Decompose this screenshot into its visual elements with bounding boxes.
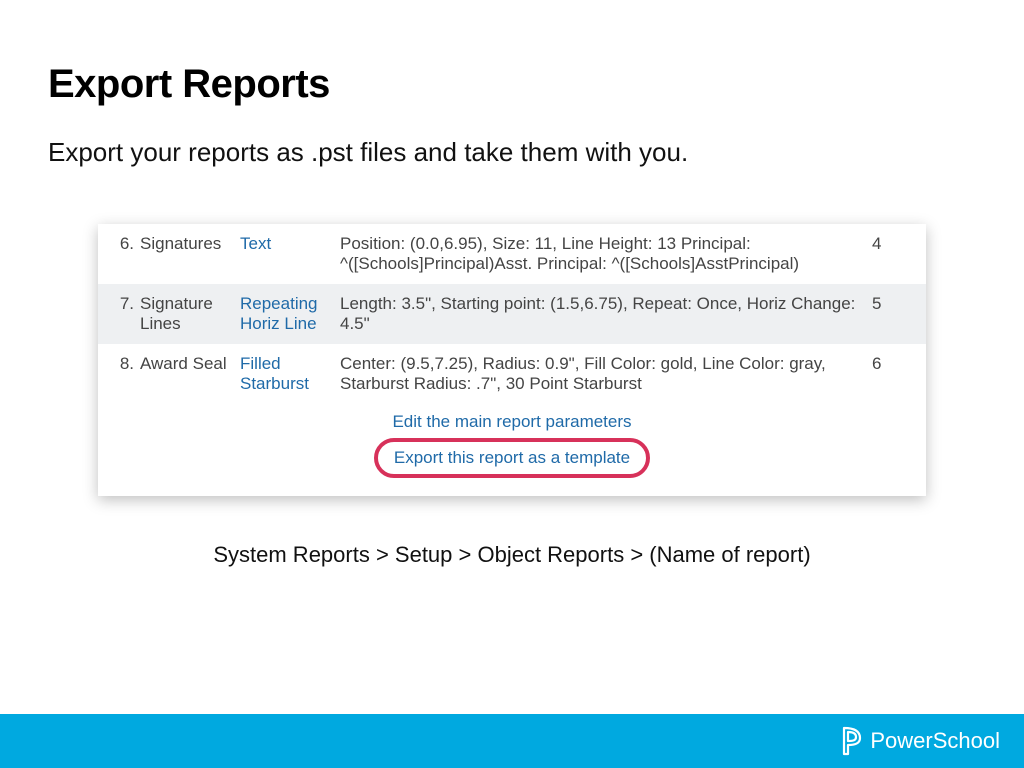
row-number: 8. [112, 354, 140, 374]
table-row: 6. Signatures Text Position: (0.0,6.95),… [98, 224, 926, 284]
page-subtitle: Export your reports as .pst files and ta… [0, 119, 1024, 168]
table-row: 7. Signature Lines Repeating Horiz Line … [98, 284, 926, 344]
row-count: 5 [872, 294, 912, 314]
page-title: Export Reports [0, 0, 1024, 119]
highlight-oval: Export this report as a template [374, 438, 650, 478]
row-desc: Length: 3.5", Starting point: (1.5,6.75)… [340, 294, 872, 334]
slide: Export Reports Export your reports as .p… [0, 0, 1024, 768]
type-link[interactable]: Filled Starburst [240, 354, 309, 393]
row-desc: Center: (9.5,7.25), Radius: 0.9", Fill C… [340, 354, 872, 394]
row-count: 4 [872, 234, 912, 254]
row-type: Text [240, 234, 340, 254]
table-row: 8. Award Seal Filled Starburst Center: (… [98, 344, 926, 404]
row-name: Signature Lines [140, 294, 240, 334]
edit-parameters-link[interactable]: Edit the main report parameters [392, 412, 631, 432]
row-count: 6 [872, 354, 912, 374]
report-panel: 6. Signatures Text Position: (0.0,6.95),… [98, 224, 926, 496]
type-link[interactable]: Text [240, 234, 271, 253]
brand-text: PowerSchool [870, 728, 1000, 754]
row-name: Award Seal [140, 354, 240, 374]
brand-logo: PowerSchool [838, 726, 1000, 756]
export-template-link[interactable]: Export this report as a template [394, 448, 630, 468]
row-name: Signatures [140, 234, 240, 254]
row-type: Repeating Horiz Line [240, 294, 340, 334]
row-desc: Position: (0.0,6.95), Size: 11, Line Hei… [340, 234, 872, 274]
row-type: Filled Starburst [240, 354, 340, 394]
panel-actions: Edit the main report parameters Export t… [98, 404, 926, 496]
powerschool-icon [838, 726, 864, 756]
breadcrumb: System Reports > Setup > Object Reports … [0, 542, 1024, 568]
row-number: 6. [112, 234, 140, 254]
row-number: 7. [112, 294, 140, 314]
type-link[interactable]: Repeating Horiz Line [240, 294, 318, 333]
footer-bar: PowerSchool [0, 714, 1024, 768]
